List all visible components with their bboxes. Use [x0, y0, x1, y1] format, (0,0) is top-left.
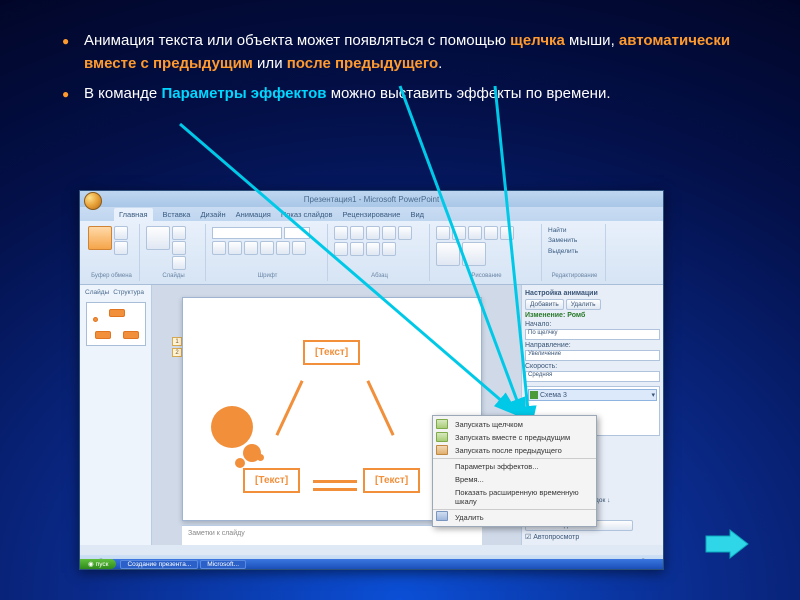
window-title: Презентация1 - Microsoft PowerPoint	[304, 195, 439, 204]
effect-context-menu: Запускать щелчком Запускать вместе с пре…	[432, 415, 597, 527]
align-center-icon[interactable]	[350, 242, 364, 256]
slide-thumbnails-pane: Слайды Структура	[80, 285, 152, 545]
indent-inc-icon[interactable]	[382, 226, 396, 240]
bullet-1: Анимация текста или объекта может появля…	[60, 30, 740, 75]
tab-design[interactable]: Дизайн	[200, 210, 225, 219]
delete-icon[interactable]	[172, 256, 186, 270]
ribbon-tabs: Главная Вставка Дизайн Анимация Показ сл…	[80, 207, 663, 221]
quickstyles-icon[interactable]	[462, 242, 486, 266]
speed-label: Скорость:	[525, 363, 557, 370]
slide-thumbnail-1[interactable]	[86, 302, 146, 346]
group-drawing: Рисование	[432, 224, 542, 281]
align-right-icon[interactable]	[366, 242, 380, 256]
smartart-node-3[interactable]: [Текст]	[363, 468, 420, 493]
menu-on-click[interactable]: Запускать щелчком	[433, 418, 596, 431]
pane-title: Настройка анимации	[525, 290, 660, 297]
group-clipboard: Буфер обмена	[84, 224, 140, 281]
anim-seq-2: 2	[172, 348, 182, 357]
edit-effect-label: Изменение: Ромб	[525, 312, 660, 319]
menu-after-previous[interactable]: Запускать после предыдущего	[433, 444, 596, 457]
start-icon: ◉	[88, 560, 94, 568]
columns-icon[interactable]	[382, 242, 396, 256]
new-slide-icon[interactable]	[146, 226, 170, 250]
tab-insert[interactable]: Вставка	[163, 210, 191, 219]
font-color-icon[interactable]	[292, 241, 306, 255]
italic-icon[interactable]	[228, 241, 242, 255]
ribbon: Буфер обмена Слайды Шрифт Абзац	[80, 221, 663, 285]
paste-icon[interactable]	[88, 226, 112, 250]
replace-button[interactable]: Заменить	[548, 236, 601, 246]
start-select[interactable]: По щелчку	[525, 329, 660, 340]
shape-icon[interactable]	[500, 226, 514, 240]
windows-taskbar: ◉ пуск Создание презента... Microsoft...	[80, 559, 663, 569]
menu-timing[interactable]: Время...	[433, 473, 596, 486]
powerpoint-window: Презентация1 - Microsoft PowerPoint Глав…	[79, 190, 664, 570]
start-label: Начало:	[525, 321, 551, 328]
smartart-node-2[interactable]: [Текст]	[243, 468, 300, 493]
shadow-icon[interactable]	[276, 241, 290, 255]
next-slide-arrow[interactable]	[704, 528, 750, 560]
property-select[interactable]: Увеличение	[525, 350, 660, 361]
tab-animation[interactable]: Анимация	[236, 210, 271, 219]
thumbs-tab-outline[interactable]: Структура	[113, 289, 144, 296]
find-button[interactable]: Найти	[548, 226, 601, 236]
thumbs-tab-slides[interactable]: Слайды	[85, 289, 109, 296]
notes-pane[interactable]: Заметки к слайду	[182, 525, 482, 545]
speed-select[interactable]: Средняя	[525, 371, 660, 382]
shape-icon[interactable]	[436, 226, 450, 240]
effect-list-item[interactable]: Схема 3 ▾	[528, 389, 657, 401]
shape-icon[interactable]	[484, 226, 498, 240]
group-font: Шрифт	[208, 224, 328, 281]
anim-seq-1: 1	[172, 337, 182, 346]
office-button[interactable]	[84, 192, 102, 210]
taskbar-item[interactable]: Microsoft...	[200, 560, 246, 569]
strike-icon[interactable]	[260, 241, 274, 255]
tab-home[interactable]: Главная	[114, 208, 153, 221]
menu-advanced-timeline[interactable]: Показать расширенную временную шкалу	[433, 486, 596, 508]
copy-icon[interactable]	[114, 241, 128, 255]
tab-view[interactable]: Вид	[410, 210, 424, 219]
bullet-2: В команде Параметры эффектов можно выста…	[60, 83, 740, 106]
align-left-icon[interactable]	[334, 242, 348, 256]
font-select[interactable]	[212, 227, 282, 239]
select-button[interactable]: Выделить	[548, 247, 601, 257]
group-paragraph: Абзац	[330, 224, 430, 281]
bullets-icon[interactable]	[334, 226, 348, 240]
reset-icon[interactable]	[172, 241, 186, 255]
indent-dec-icon[interactable]	[366, 226, 380, 240]
tab-slideshow[interactable]: Показ слайдов	[281, 210, 333, 219]
tab-review[interactable]: Рецензирование	[343, 210, 401, 219]
taskbar-item[interactable]: Создание презента...	[120, 560, 198, 569]
property-label: Направление:	[525, 342, 571, 349]
group-slides: Слайды	[142, 224, 206, 281]
menu-with-previous[interactable]: Запускать вместе с предыдущим	[433, 431, 596, 444]
add-effect-button[interactable]: Добавить	[525, 299, 564, 310]
font-size[interactable]	[284, 227, 310, 239]
shape-icon[interactable]	[452, 226, 466, 240]
remove-effect-button[interactable]: Удалить	[566, 299, 601, 310]
animation-pane: Настройка анимации Добавить Удалить Изме…	[521, 285, 663, 545]
autopreview-checkbox[interactable]: ☑ Автопросмотр	[525, 533, 660, 541]
linespacing-icon[interactable]	[398, 226, 412, 240]
underline-icon[interactable]	[244, 241, 258, 255]
menu-remove[interactable]: Удалить	[433, 509, 596, 524]
menu-effect-options[interactable]: Параметры эффектов...	[433, 458, 596, 473]
group-editing: Найти Заменить Выделить Редактирование	[544, 224, 606, 281]
numbering-icon[interactable]	[350, 226, 364, 240]
bullet-list: Анимация текста или объекта может появля…	[0, 0, 800, 106]
layout-icon[interactable]	[172, 226, 186, 240]
bold-icon[interactable]	[212, 241, 226, 255]
start-button[interactable]: ◉ пуск	[80, 559, 116, 569]
shape-icon[interactable]	[468, 226, 482, 240]
cut-icon[interactable]	[114, 226, 128, 240]
smartart-node-1[interactable]: [Текст]	[303, 340, 360, 365]
entrance-icon	[530, 391, 538, 399]
arrange-icon[interactable]	[436, 242, 460, 266]
title-bar: Презентация1 - Microsoft PowerPoint	[80, 191, 663, 207]
